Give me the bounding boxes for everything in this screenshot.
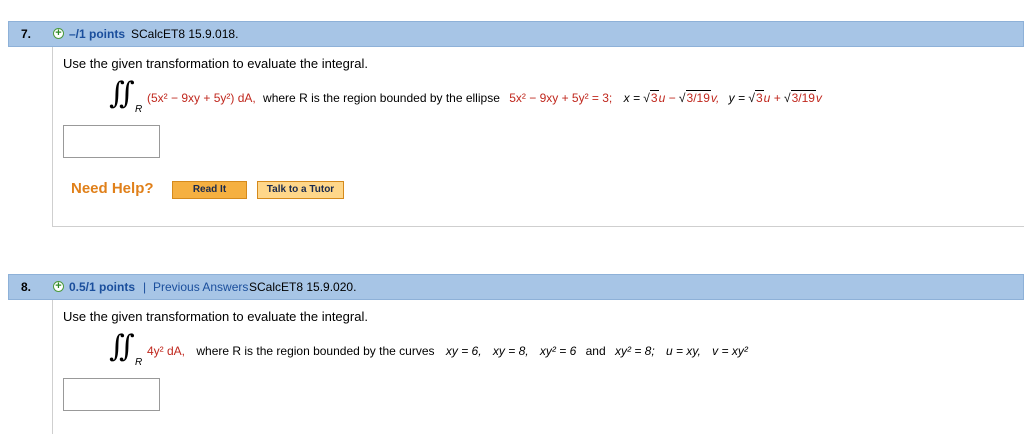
integral-expression: (5x² − 9xy + 5y²) dA, where R is the reg… (147, 90, 822, 105)
integrand: 4y² dA, (147, 344, 186, 358)
source-label: SCalcET8 15.9.018. (131, 27, 239, 41)
x-sqrt-1: 3 (649, 90, 659, 105)
question-8-header: 8. + 0.5/1 points | Previous Answers SCa… (8, 274, 1024, 300)
curve-3: xy² = 6 (539, 344, 577, 358)
question-8-body: Use the given transformation to evaluate… (52, 300, 1024, 434)
x-v-term: v, (710, 91, 720, 105)
integral-subscript: R (135, 104, 143, 115)
integral-expression: 4y² dA, where R is the region bounded by… (147, 344, 748, 358)
y-u-term: u + (763, 91, 781, 105)
question-prompt: Use the given transformation to evaluate… (63, 309, 368, 324)
expand-plus-icon[interactable]: + (53, 281, 64, 292)
expand-plus-icon[interactable]: + (53, 28, 64, 39)
v-equation: v = xy² (712, 344, 748, 358)
region-text: where R is the region bounded by the cur… (196, 344, 435, 358)
curve-2: xy = 8, (492, 344, 529, 358)
curve-4: xy² = 8; (615, 344, 655, 358)
need-help-label: Need Help? (71, 180, 154, 197)
points-link[interactable]: –/1 points (69, 22, 125, 46)
ellipse-equation: 5x² − 9xy + 5y² = 3; (509, 91, 613, 105)
points-link[interactable]: 0.5/1 points (69, 275, 135, 299)
integral-subscript: R (135, 357, 143, 368)
question-7-body: Use the given transformation to evaluate… (52, 47, 1024, 227)
answer-input[interactable] (63, 378, 160, 411)
talk-to-tutor-button[interactable]: Talk to a Tutor (257, 181, 344, 199)
answer-input[interactable] (63, 125, 160, 158)
y-sqrt-2: 3/19 (790, 90, 816, 105)
question-number: 8. (21, 280, 32, 294)
separator: | (143, 280, 147, 294)
double-integral-icon: ∬ (109, 329, 135, 364)
x-sqrt-2: 3/19 (685, 90, 711, 105)
y-sqrt-1: 3 (754, 90, 764, 105)
question-number: 7. (21, 27, 32, 41)
and-word: and (585, 344, 606, 358)
source-label: SCalcET8 15.9.020. (249, 280, 357, 294)
y-equals: y = (728, 91, 746, 105)
question-prompt: Use the given transformation to evaluate… (63, 56, 368, 71)
read-it-button[interactable]: Read It (172, 181, 247, 199)
integrand: (5x² − 9xy + 5y²) dA, (147, 91, 256, 105)
curve-1: xy = 6, (445, 344, 482, 358)
double-integral-icon: ∬ (109, 76, 135, 111)
x-equals: x = (623, 91, 640, 105)
question-7-header: 7. + –/1 points SCalcET8 15.9.018. (8, 21, 1024, 47)
region-text: where R is the region bounded by the ell… (263, 91, 500, 105)
u-equation: u = xy, (666, 344, 701, 358)
previous-answers-link[interactable]: Previous Answers (153, 275, 248, 299)
x-u-term: u − (658, 91, 676, 105)
y-v-term: v (815, 91, 822, 105)
